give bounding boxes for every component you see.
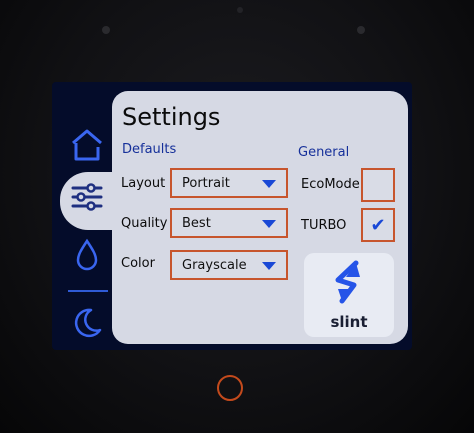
slint-logo: slint — [304, 253, 394, 337]
color-value: Grayscale — [182, 257, 247, 273]
turbo-checkbox[interactable]: ✔ — [361, 208, 395, 242]
nav-divider — [68, 290, 108, 292]
sliders-icon — [71, 183, 103, 211]
turbo-label: TURBO — [301, 218, 347, 233]
checkmark-icon: ✔ — [370, 214, 386, 236]
moon-icon — [74, 308, 102, 338]
ecomode-checkbox[interactable] — [361, 168, 395, 202]
status-led — [237, 7, 243, 13]
ecomode-label: EcoMode — [301, 177, 360, 192]
quality-value: Best — [182, 215, 211, 231]
quality-label: Quality — [121, 216, 168, 231]
page-title: Settings — [122, 103, 221, 131]
logo-text: slint — [330, 313, 368, 331]
nav-item-settings[interactable] — [62, 172, 112, 222]
dropdown-arrow-icon — [262, 180, 276, 188]
layout-combobox[interactable]: Portrait — [170, 168, 288, 198]
nav-item-home[interactable] — [62, 120, 112, 170]
color-label: Color — [121, 256, 155, 271]
nav-item-humidity[interactable] — [62, 230, 112, 280]
quality-combobox[interactable]: Best — [170, 208, 288, 238]
device-bezel: Settings Defaults General Layout Portrai… — [0, 0, 474, 433]
layout-label: Layout — [121, 176, 166, 191]
home-icon — [72, 129, 102, 161]
drop-icon — [76, 238, 98, 271]
dropdown-arrow-icon — [262, 262, 276, 270]
camera-right — [357, 26, 365, 34]
home-button[interactable] — [217, 375, 243, 401]
general-heading: General — [298, 145, 350, 160]
defaults-heading: Defaults — [122, 142, 177, 157]
nav-item-night[interactable] — [62, 298, 112, 348]
nav-rail — [62, 86, 112, 344]
camera-left — [102, 26, 110, 34]
layout-value: Portrait — [182, 175, 230, 191]
color-combobox[interactable]: Grayscale — [170, 250, 288, 280]
slint-logo-icon — [335, 260, 360, 304]
dropdown-arrow-icon — [262, 220, 276, 228]
